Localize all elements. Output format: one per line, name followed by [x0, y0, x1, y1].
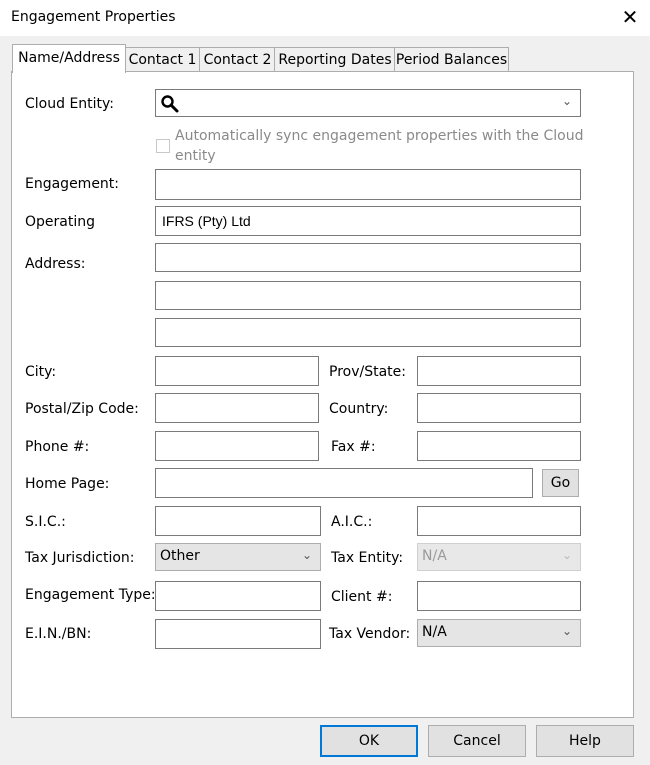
- title-bar: Engagement Properties ✕: [0, 0, 650, 36]
- chevron-down-icon: ⌄: [561, 548, 572, 562]
- engagement-label: Engagement:: [25, 176, 120, 192]
- engagement-type-label: Engagement Type:: [25, 587, 156, 603]
- ein-bn-input[interactable]: [155, 619, 321, 649]
- cloud-entity-label: Cloud Entity:: [25, 96, 115, 112]
- address-line-2-input[interactable]: [155, 281, 581, 310]
- tab-contact-1[interactable]: Contact 1: [124, 47, 201, 72]
- tax-jurisdiction-value: Other: [160, 548, 200, 564]
- tab-name-address[interactable]: Name/Address: [12, 44, 126, 73]
- prov-state-input[interactable]: [417, 356, 581, 386]
- home-page-input[interactable]: [155, 468, 533, 498]
- sic-input[interactable]: [155, 506, 321, 536]
- aic-input[interactable]: [417, 506, 581, 536]
- client-number-input[interactable]: [417, 581, 581, 611]
- fax-label: Fax #:: [331, 439, 376, 455]
- city-label: City:: [25, 364, 57, 380]
- tax-vendor-select[interactable]: N/A ⌄: [417, 619, 581, 647]
- tax-vendor-label: Tax Vendor:: [329, 626, 411, 642]
- engagement-properties-dialog: Engagement Properties ✕ Name/Address Con…: [0, 0, 650, 765]
- phone-label: Phone #:: [25, 439, 90, 455]
- tax-entity-value: N/A: [422, 548, 447, 564]
- chevron-down-icon: ⌄: [561, 624, 572, 638]
- tax-jurisdiction-label: Tax Jurisdiction:: [25, 550, 135, 566]
- fax-input[interactable]: [417, 431, 581, 461]
- window-title: Engagement Properties: [11, 9, 176, 25]
- chevron-down-icon[interactable]: ⌄: [562, 94, 572, 108]
- country-label: Country:: [329, 401, 389, 417]
- country-input[interactable]: [417, 393, 581, 423]
- chevron-down-icon: ⌄: [301, 548, 312, 562]
- engagement-type-input[interactable]: [155, 581, 321, 611]
- tax-entity-label: Tax Entity:: [331, 550, 404, 566]
- tax-entity-select: N/A ⌄: [417, 543, 581, 571]
- close-icon[interactable]: ✕: [616, 6, 644, 30]
- help-button[interactable]: Help: [536, 725, 634, 757]
- home-page-label: Home Page:: [25, 476, 110, 492]
- postal-code-input[interactable]: [155, 393, 319, 423]
- tax-vendor-value: N/A: [422, 624, 447, 640]
- address-line-1-input[interactable]: [155, 243, 581, 272]
- go-button[interactable]: Go: [542, 469, 579, 497]
- operating-input[interactable]: [155, 206, 581, 236]
- tab-reporting-dates[interactable]: Reporting Dates: [274, 47, 396, 72]
- tab-contact-2[interactable]: Contact 2: [199, 47, 276, 72]
- ok-button[interactable]: OK: [320, 725, 418, 757]
- sic-label: S.I.C.:: [25, 514, 66, 530]
- cancel-button[interactable]: Cancel: [428, 725, 526, 757]
- postal-code-label: Postal/Zip Code:: [25, 401, 139, 417]
- city-input[interactable]: [155, 356, 319, 386]
- sync-label: Automatically sync engagement properties…: [175, 126, 583, 166]
- address-line-3-input[interactable]: [155, 318, 581, 347]
- address-label: Address:: [25, 256, 86, 272]
- ein-bn-label: E.I.N./BN:: [25, 626, 92, 642]
- engagement-input[interactable]: [155, 169, 581, 200]
- client-number-label: Client #:: [331, 589, 393, 605]
- cloud-entity-combobox[interactable]: ⌄: [155, 89, 581, 117]
- operating-label: Operating: [25, 214, 95, 230]
- sync-label-line-1: Automatically sync engagement properties…: [175, 128, 584, 144]
- tab-period-balances[interactable]: Period Balances: [394, 47, 509, 72]
- sync-checkbox[interactable]: [156, 139, 170, 153]
- aic-label: A.I.C.:: [331, 514, 373, 530]
- tax-jurisdiction-select[interactable]: Other ⌄: [155, 543, 321, 571]
- sync-label-line-2: entity: [175, 148, 216, 164]
- search-icon: [161, 95, 179, 113]
- phone-input[interactable]: [155, 431, 319, 461]
- prov-state-label: Prov/State:: [329, 364, 406, 380]
